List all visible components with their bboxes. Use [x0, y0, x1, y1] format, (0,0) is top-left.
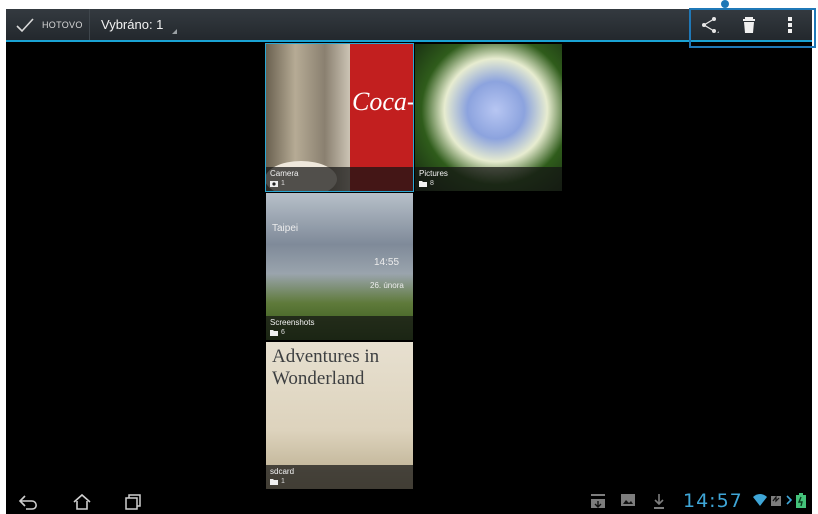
widget-time: 14:55 [374, 257, 400, 268]
album-tile-sdcard[interactable]: Adventures in Wonderland sdcard 1 [266, 342, 413, 489]
folder-icon [270, 479, 278, 485]
sync-icon [771, 495, 781, 506]
album-caption: sdcard 1 [266, 465, 413, 489]
home-icon [73, 493, 91, 510]
album-caption: Screenshots 6 [266, 316, 413, 340]
album-count: 8 [430, 180, 434, 187]
battery-icon [796, 493, 806, 508]
recent-apps-icon [125, 493, 141, 510]
folder-icon [419, 181, 427, 187]
back-button[interactable] [18, 489, 40, 514]
action-icons-highlight [689, 8, 816, 48]
done-label: HOTOVO [42, 19, 83, 30]
home-button[interactable] [72, 489, 92, 514]
back-icon [18, 494, 37, 510]
album-count: 1 [281, 478, 285, 485]
selection-count-text: Vybráno: 1 [101, 17, 164, 32]
album-name: Camera [270, 169, 299, 178]
folder-icon [270, 330, 278, 336]
album-tile-camera[interactable]: Coca-Co Camera 1 [265, 43, 414, 192]
album-count: 1 [281, 180, 285, 187]
device-screen: HOTOVO Vybráno: 1 Coca Camera 1 Pictures… [6, 9, 812, 514]
callout-marker [721, 0, 729, 8]
gallery-notification-icon [621, 494, 635, 506]
check-icon [16, 17, 34, 32]
weather-city: Taipei [272, 223, 299, 234]
widget-date: 26. února [370, 281, 404, 290]
wifi-icon [753, 494, 767, 506]
recent-apps-button[interactable] [124, 489, 142, 514]
album-tile-pictures[interactable]: Pictures 8 [415, 44, 562, 191]
download-icon [654, 494, 664, 509]
album-caption: Pictures 8 [415, 167, 562, 191]
chevron-right-icon [786, 495, 793, 505]
svg-text:Coca-Co: Coca-Co [352, 87, 413, 116]
album-caption: Camera 1 [266, 167, 413, 191]
album-name: sdcard [270, 467, 295, 476]
book-cover-title: Adventures in Wonderland [272, 346, 380, 389]
status-clock: 14:57 [683, 490, 743, 512]
selection-dropdown[interactable]: Vybráno: 1 [91, 9, 177, 40]
dropdown-corner-indicator [172, 29, 177, 34]
album-count: 6 [281, 329, 285, 336]
done-button[interactable]: HOTOVO [6, 9, 90, 40]
camera-icon [270, 181, 278, 187]
album-tile-screenshots[interactable]: Taipei 14:55 26. února Screenshots 6 [266, 193, 413, 340]
album-name: Pictures [419, 169, 448, 178]
album-name: Screenshots [270, 318, 315, 327]
system-navigation-bar: 14:57 [6, 489, 812, 514]
download-manager-icon [591, 494, 605, 508]
